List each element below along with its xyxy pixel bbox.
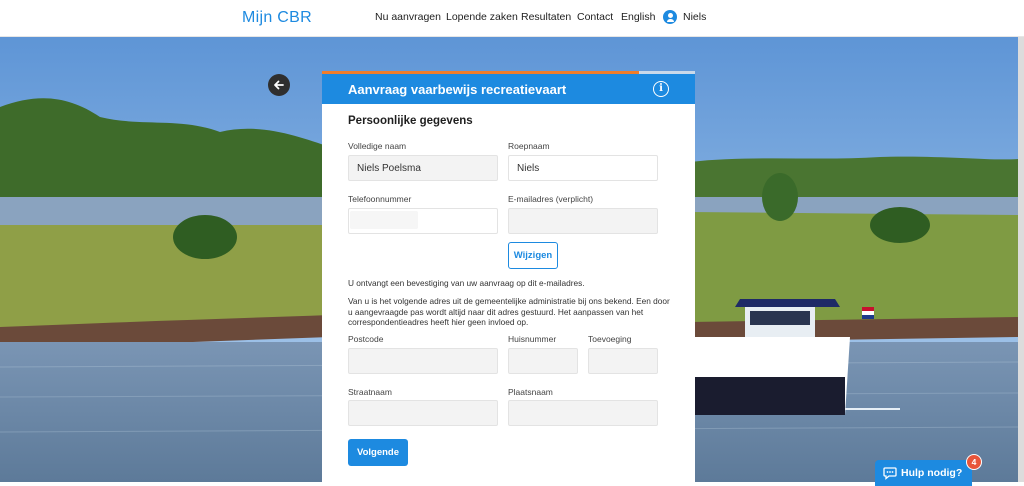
house-number-label: Huisnummer: [508, 334, 557, 344]
notification-badge: 4: [966, 454, 982, 470]
postcode-field[interactable]: [348, 348, 498, 374]
addition-field[interactable]: [588, 348, 658, 374]
nav-english[interactable]: English: [621, 11, 655, 23]
help-label: Hulp nodig?: [901, 467, 963, 479]
full-name-label: Volledige naam: [348, 141, 407, 151]
nav-resultaten[interactable]: Resultaten: [521, 11, 571, 23]
page-scrollbar[interactable]: [1018, 37, 1024, 482]
brand-logo[interactable]: Mijn CBR: [242, 9, 312, 27]
city-label: Plaatsnaam: [508, 387, 553, 397]
phone-label: Telefoonnummer: [348, 194, 412, 204]
phone-redacted-value: [350, 211, 418, 229]
house-number-field[interactable]: [508, 348, 578, 374]
city-field[interactable]: [508, 400, 658, 426]
email-label: E-mailadres (verplicht): [508, 194, 594, 204]
street-field[interactable]: [348, 400, 498, 426]
back-button[interactable]: [268, 74, 290, 96]
change-email-button[interactable]: Wijzigen: [508, 242, 558, 269]
chat-icon: [883, 467, 897, 480]
arrow-left-icon: [274, 80, 284, 90]
street-label: Straatnaam: [348, 387, 392, 397]
postcode-label: Postcode: [348, 334, 384, 344]
form-header: Aanvraag vaarbewijs recreatievaart i: [322, 74, 695, 104]
nickname-field[interactable]: [508, 155, 658, 181]
address-info-text: Van u is het volgende adres uit de gemee…: [348, 296, 670, 327]
nickname-label: Roepnaam: [508, 141, 550, 151]
top-navigation: Mijn CBR Nu aanvragen Lopende zaken Resu…: [0, 0, 1024, 37]
full-name-field[interactable]: [348, 155, 498, 181]
form-title: Aanvraag vaarbewijs recreatievaart: [348, 82, 567, 97]
nav-nu-aanvragen[interactable]: Nu aanvragen: [375, 11, 441, 23]
info-icon[interactable]: i: [653, 81, 669, 97]
nav-contact[interactable]: Contact: [577, 11, 613, 23]
nav-lopende-zaken[interactable]: Lopende zaken: [446, 11, 518, 23]
confirmation-text: U ontvangt een bevestiging van uw aanvra…: [348, 278, 585, 288]
email-field[interactable]: [508, 208, 658, 234]
next-button[interactable]: Volgende: [348, 439, 408, 466]
nav-user-name[interactable]: Niels: [683, 11, 706, 23]
addition-label: Toevoeging: [588, 334, 632, 344]
user-icon[interactable]: [663, 10, 677, 24]
section-title: Persoonlijke gegevens: [348, 115, 473, 127]
